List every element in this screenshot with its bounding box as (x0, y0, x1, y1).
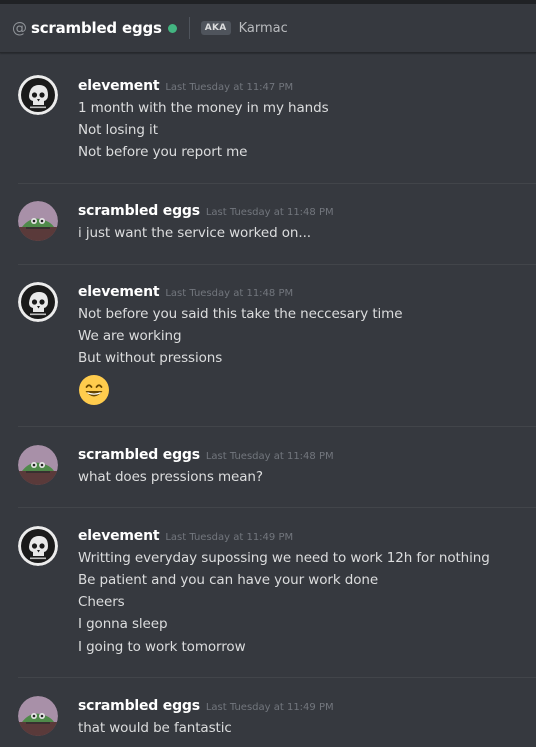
aka-name[interactable]: Karmac (239, 21, 288, 36)
message-line: Not before you report me (78, 144, 248, 160)
message-line: Not before you said this take the necces… (78, 306, 403, 322)
message-line: Be patient and you can have your work do… (78, 572, 379, 588)
message-timestamp: Last Tuesday at 11:48 PM (205, 207, 334, 218)
message-timestamp: Last Tuesday at 11:49 PM (165, 532, 294, 543)
message-divider (18, 264, 536, 265)
message-timestamp: Last Tuesday at 11:47 PM (165, 82, 294, 93)
message-line: I going to work tomorrow (78, 639, 246, 655)
dm-recipient-name[interactable]: scrambled eggs (31, 19, 162, 37)
message-timestamp: Last Tuesday at 11:48 PM (205, 451, 334, 462)
skull-avatar[interactable] (18, 75, 58, 115)
message-header: elevement Last Tuesday at 11:47 PM (78, 78, 293, 94)
message-line: Writting everyday supossing we need to w… (78, 550, 490, 566)
message-timestamp: Last Tuesday at 11:49 PM (205, 702, 334, 713)
message-author[interactable]: scrambled eggs (78, 203, 200, 219)
message-line: Not losing it (78, 122, 158, 138)
online-status-icon (167, 23, 177, 33)
message-divider (18, 426, 536, 427)
message-line: i just want the service worked on... (78, 225, 311, 241)
message-line: that would be fantastic (78, 720, 232, 736)
message-divider (18, 677, 536, 678)
message-author[interactable]: scrambled eggs (78, 698, 200, 714)
grinning-face-emoji[interactable] (78, 374, 110, 406)
message-timestamp: Last Tuesday at 11:48 PM (165, 288, 294, 299)
message-author[interactable]: elevement (78, 528, 160, 544)
channel-header: @ scrambled eggs AKA Karmac (0, 4, 536, 53)
message-header: elevement Last Tuesday at 11:48 PM (78, 284, 293, 300)
message-line: We are working (78, 328, 182, 344)
message-line: what does pressions mean? (78, 469, 263, 485)
message-line: I gonna sleep (78, 616, 168, 632)
message-author[interactable]: scrambled eggs (78, 447, 200, 463)
skull-avatar[interactable] (18, 282, 58, 322)
message-list[interactable]: elevement Last Tuesday at 11:47 PM 1 mon… (0, 53, 536, 747)
message-line: 1 month with the money in my hands (78, 100, 329, 116)
aka-badge: AKA (200, 21, 231, 35)
message-author[interactable]: elevement (78, 284, 160, 300)
message-line: But without pressions (78, 350, 223, 366)
message-divider (18, 183, 536, 184)
message-header: scrambled eggs Last Tuesday at 11:48 PM (78, 447, 334, 463)
message-header: scrambled eggs Last Tuesday at 11:49 PM (78, 698, 334, 714)
message-header: elevement Last Tuesday at 11:49 PM (78, 528, 293, 544)
message-author[interactable]: elevement (78, 78, 160, 94)
header-divider (188, 17, 190, 39)
skull-avatar[interactable] (18, 526, 58, 566)
message-divider (18, 507, 536, 508)
at-icon: @ (12, 19, 27, 37)
message-line: Cheers (78, 594, 125, 610)
frog-avatar[interactable] (18, 201, 58, 241)
frog-avatar[interactable] (18, 696, 58, 736)
message-header: scrambled eggs Last Tuesday at 11:48 PM (78, 203, 334, 219)
frog-avatar[interactable] (18, 445, 58, 485)
